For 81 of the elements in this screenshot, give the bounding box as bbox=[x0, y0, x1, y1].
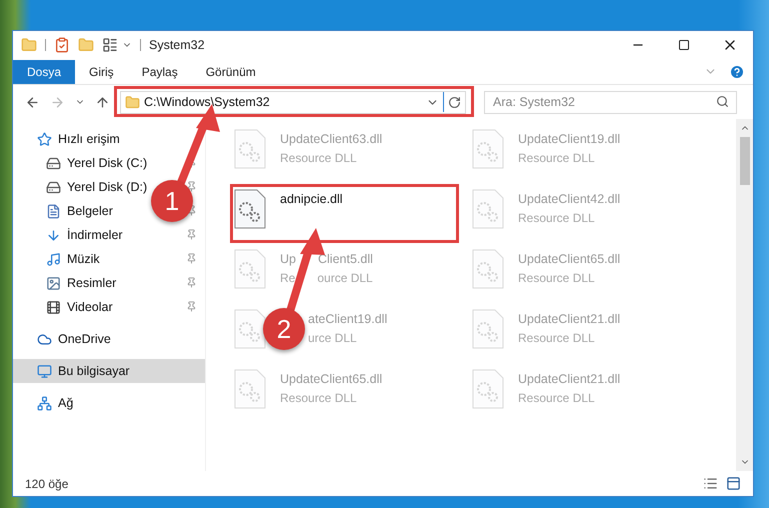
file-name: UpdateClient65.dll bbox=[518, 251, 620, 268]
folder-icon bbox=[125, 94, 140, 110]
refresh-icon[interactable] bbox=[448, 96, 461, 108]
star-icon bbox=[37, 132, 52, 146]
file-gear-icon[interactable] bbox=[234, 189, 266, 229]
file-name: ateClient19.dll bbox=[308, 311, 388, 328]
file-name: UpdateClient21.dll bbox=[518, 311, 620, 328]
ribbon-tab[interactable]: Paylaş bbox=[128, 60, 192, 84]
sidebar-label: OneDrive bbox=[58, 330, 111, 348]
search-field[interactable]: Ara: System32 bbox=[484, 90, 737, 114]
file-type: urce DLL bbox=[308, 330, 358, 347]
sidebar-item[interactable]: Bu bilgisayar bbox=[13, 359, 205, 383]
scrollbar[interactable] bbox=[736, 119, 753, 471]
help-icon[interactable] bbox=[729, 64, 745, 80]
picture-icon bbox=[46, 276, 61, 290]
music-note-icon bbox=[46, 252, 61, 266]
file-name: Up bbox=[280, 251, 296, 268]
file-type: Resource DLL bbox=[518, 150, 596, 167]
sidebar-label: Belgeler bbox=[67, 202, 113, 220]
sidebar-label: İndirmeler bbox=[67, 226, 123, 244]
ribbon-tab[interactable]: Dosya bbox=[13, 60, 76, 84]
properties-icon[interactable] bbox=[102, 37, 118, 53]
file-name: adnipcie.dll bbox=[280, 191, 343, 208]
file-type: Resource DLL bbox=[280, 150, 358, 167]
pin-icon[interactable] bbox=[186, 229, 197, 240]
file-name: UpdateClient42.dll bbox=[518, 191, 620, 208]
file-name: UpdateClient65.dll bbox=[280, 371, 382, 388]
details-view-icon[interactable] bbox=[703, 476, 718, 491]
file-type: Resource DLL bbox=[518, 390, 596, 407]
down-arrow-icon bbox=[46, 228, 61, 242]
file-type: Resource DLL bbox=[518, 210, 596, 227]
window-title: System32 bbox=[149, 36, 205, 54]
drive-icon bbox=[46, 156, 61, 170]
pin-icon[interactable] bbox=[186, 301, 197, 312]
sidebar-label: Ağ bbox=[58, 394, 74, 412]
up-icon[interactable] bbox=[95, 94, 110, 110]
drive-icon bbox=[46, 180, 61, 194]
ribbon-tab[interactable]: Giriş bbox=[75, 60, 128, 84]
sidebar-label: Resimler bbox=[67, 274, 116, 292]
sidebar-item[interactable]: Ağ bbox=[13, 391, 82, 415]
scrollbar-thumb[interactable] bbox=[740, 137, 750, 185]
address-path: C:\Windows\System32 bbox=[144, 94, 270, 111]
sidebar-item[interactable]: Belgeler bbox=[13, 199, 121, 223]
file-name: Client5.dll bbox=[318, 251, 373, 268]
sidebar-item[interactable]: Yerel Disk (C:) bbox=[13, 151, 156, 175]
large-icons-view-icon[interactable] bbox=[726, 476, 741, 491]
pin-icon[interactable] bbox=[186, 277, 197, 288]
checklist-icon[interactable] bbox=[54, 37, 70, 53]
file-type: Resource DLL bbox=[280, 390, 358, 407]
sidebar-label: Müzik bbox=[67, 250, 100, 268]
sidebar-label: Yerel Disk (C:) bbox=[67, 154, 148, 172]
sidebar-label: Videolar bbox=[67, 298, 113, 316]
file-name: UpdateClient63.dll bbox=[280, 131, 382, 148]
item-count: 120 öğe bbox=[25, 476, 68, 492]
sidebar-item[interactable]: Resimler bbox=[13, 271, 124, 295]
file-type: Resource DLL bbox=[518, 330, 596, 347]
pin-icon[interactable] bbox=[186, 181, 197, 192]
cloud-icon bbox=[37, 332, 52, 346]
address-field[interactable]: C:\Windows\System32 bbox=[120, 90, 466, 114]
sidebar-item[interactable]: Müzik bbox=[13, 247, 108, 271]
file-name: UpdateClient21.dll bbox=[518, 371, 620, 388]
sidebar-label: Yerel Disk (D:) bbox=[67, 178, 148, 196]
sidebar-label: Hızlı erişim bbox=[58, 130, 120, 148]
network-icon bbox=[37, 396, 52, 410]
document-icon bbox=[46, 204, 61, 218]
ribbon-tab[interactable]: Görünüm bbox=[192, 60, 270, 84]
sidebar-item[interactable]: OneDrive bbox=[13, 327, 119, 351]
sidebar-item[interactable]: İndirmeler bbox=[13, 223, 131, 247]
sidebar-item[interactable]: Videolar bbox=[13, 295, 121, 319]
file-type: ource DLL bbox=[317, 270, 373, 287]
file-name: UpdateClient19.dll bbox=[518, 131, 620, 148]
file-type: Resource DLL bbox=[518, 270, 596, 287]
search-icon[interactable] bbox=[716, 95, 729, 108]
sidebar-label: Bu bilgisayar bbox=[58, 362, 130, 380]
maximize-icon bbox=[678, 39, 690, 51]
monitor-icon bbox=[37, 364, 52, 378]
pin-icon[interactable] bbox=[186, 253, 197, 264]
film-icon bbox=[46, 300, 61, 314]
sidebar-item[interactable]: Hızlı erişim bbox=[13, 127, 128, 151]
back-icon[interactable] bbox=[25, 94, 40, 110]
file-type: Re bbox=[280, 270, 296, 287]
